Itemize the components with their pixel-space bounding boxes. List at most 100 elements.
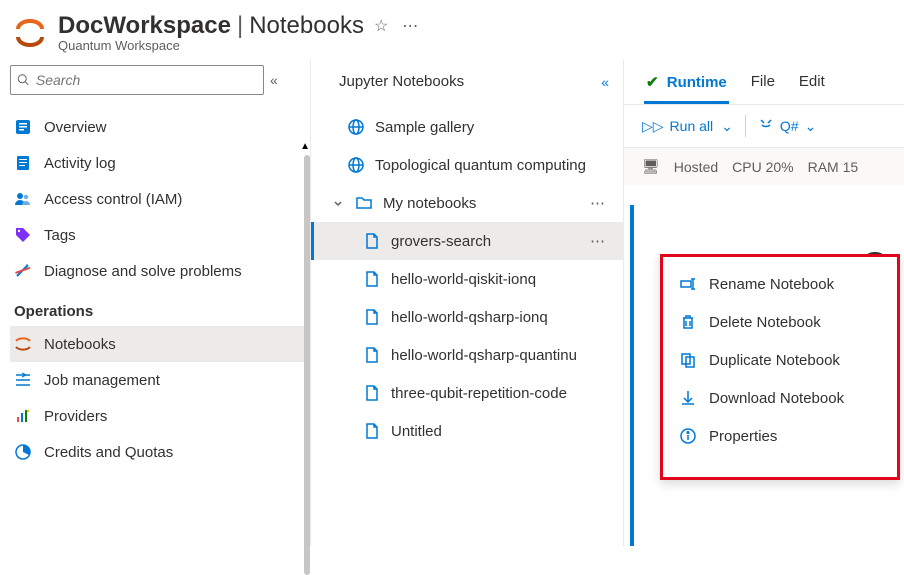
page-title-main: DocWorkspace [58, 12, 231, 40]
file-icon [363, 270, 381, 288]
page-subtitle: Quantum Workspace [58, 38, 422, 53]
sidebar-item-providers[interactable]: Providers [10, 398, 310, 434]
tree-label: Sample gallery [375, 119, 474, 136]
context-duplicate[interactable]: Duplicate Notebook [663, 341, 897, 379]
context-download[interactable]: Download Notebook [663, 379, 897, 417]
sidebar-item-diagnose[interactable]: Diagnose and solve problems [10, 253, 310, 289]
tree-folder-my-notebooks[interactable]: My notebooks ⋯ [311, 184, 623, 222]
trash-icon [679, 313, 697, 331]
iam-icon [14, 190, 32, 208]
nav-label: Tags [44, 227, 76, 244]
folder-icon [355, 194, 373, 212]
kernel-label: Q# [780, 118, 799, 134]
collapse-sidebar-button[interactable]: « [270, 72, 278, 88]
sidebar-item-credits-quotas[interactable]: Credits and Quotas [10, 434, 310, 470]
file-icon [363, 346, 381, 364]
tree-item-sample-gallery[interactable]: Sample gallery [311, 108, 623, 146]
button-label: Run all [670, 118, 714, 134]
search-input-wrapper[interactable] [10, 65, 264, 95]
status-bar: 🖥 Hosted CPU 20% RAM 15 [624, 148, 904, 185]
tab-runtime[interactable]: ✔ Runtime [644, 67, 729, 104]
file-icon [363, 422, 381, 440]
tab-file[interactable]: File [749, 67, 777, 104]
sidebar-item-notebooks[interactable]: Notebooks [10, 326, 310, 362]
kernel-selector[interactable]: Q# ⌄ [758, 117, 816, 136]
notebooks-panel: Jupyter Notebooks « Sample gallery Topol… [310, 59, 623, 546]
nav-label: Access control (IAM) [44, 191, 182, 208]
tab-label: Edit [799, 73, 825, 90]
diagnose-icon [14, 262, 32, 280]
more-actions-button[interactable]: ⋯ [398, 12, 422, 40]
nav-label: Notebooks [44, 336, 116, 353]
sidebar-item-access-control[interactable]: Access control (IAM) [10, 181, 310, 217]
rename-icon [679, 275, 697, 293]
menu-label: Delete Notebook [709, 314, 821, 331]
toolbar-divider [745, 115, 746, 137]
file-icon [363, 384, 381, 402]
tree-item-hello-qiskit[interactable]: hello-world-qiskit-ionq [311, 260, 623, 298]
plug-icon [758, 117, 774, 136]
tree-label: hello-world-qsharp-ionq [391, 309, 548, 326]
duplicate-icon [679, 351, 697, 369]
tree-label: hello-world-qsharp-quantinu [391, 347, 577, 364]
nav-label: Credits and Quotas [44, 444, 173, 461]
tree-label: grovers-search [391, 233, 491, 250]
favorite-button[interactable]: ☆ [370, 12, 392, 40]
tree-item-hello-qsharp-ionq[interactable]: hello-world-qsharp-ionq [311, 298, 623, 336]
scroll-up-icon[interactable]: ▲ [300, 141, 310, 152]
title-divider: | [237, 12, 243, 40]
file-icon [363, 232, 381, 250]
context-delete[interactable]: Delete Notebook [663, 303, 897, 341]
tab-label: Runtime [667, 74, 727, 91]
tab-label: File [751, 73, 775, 90]
sidebar-item-overview[interactable]: Overview [10, 109, 310, 145]
title-block: DocWorkspace | Notebooks ☆ ⋯ Quantum Wor… [58, 12, 422, 53]
item-more-button[interactable]: ⋯ [590, 232, 611, 250]
context-rename[interactable]: Rename Notebook [663, 265, 897, 303]
workspace-logo-icon [14, 17, 46, 49]
menu-label: Properties [709, 428, 777, 445]
tree-item-untitled[interactable]: Untitled [311, 412, 623, 450]
tree-item-topological[interactable]: Topological quantum computing [311, 146, 623, 184]
context-properties[interactable]: Properties [663, 417, 897, 455]
tab-edit[interactable]: Edit [797, 67, 827, 104]
play-icon: ▷▷ [642, 118, 664, 135]
sidebar-item-tags[interactable]: Tags [10, 217, 310, 253]
page-header: DocWorkspace | Notebooks ☆ ⋯ Quantum Wor… [0, 0, 904, 59]
tree-label: My notebooks [383, 195, 476, 212]
menu-label: Duplicate Notebook [709, 352, 840, 369]
nav-label: Job management [44, 372, 160, 389]
tree-label: Untitled [391, 423, 442, 440]
sidebar: « Overview Activity log Access control (… [0, 59, 310, 546]
editor-toolbar: ▷▷ Run all ⌄ Q# ⌄ [624, 105, 904, 148]
folder-more-button[interactable]: ⋯ [590, 194, 611, 212]
tree-item-hello-qsharp-quantinu[interactable]: hello-world-qsharp-quantinu [311, 336, 623, 374]
sidebar-item-job-management[interactable]: Job management [10, 362, 310, 398]
tree-item-three-qubit[interactable]: three-qubit-repetition-code [311, 374, 623, 412]
overview-icon [14, 118, 32, 136]
run-all-button[interactable]: ▷▷ Run all [642, 118, 713, 135]
nav-label: Overview [44, 119, 107, 136]
notebooks-panel-title: Jupyter Notebooks [339, 73, 464, 90]
job-management-icon [14, 371, 32, 389]
globe-icon [347, 156, 365, 174]
tree-item-grovers-search[interactable]: grovers-search ⋯ [311, 222, 623, 260]
tree-label: three-qubit-repetition-code [391, 385, 567, 402]
check-circle-icon: ✔ [646, 74, 659, 91]
chevron-down-icon: ⌄ [721, 118, 733, 135]
nav-label: Providers [44, 408, 107, 425]
file-icon [363, 308, 381, 326]
collapse-panel-button[interactable]: « [601, 74, 609, 90]
nav-label: Activity log [44, 155, 116, 172]
menu-label: Rename Notebook [709, 276, 834, 293]
server-icon: 🖥 [642, 158, 660, 175]
sidebar-item-activity-log[interactable]: Activity log [10, 145, 310, 181]
menu-label: Download Notebook [709, 390, 844, 407]
globe-icon [347, 118, 365, 136]
activity-log-icon [14, 154, 32, 172]
chevron-down-icon [331, 197, 345, 209]
credits-icon [14, 443, 32, 461]
run-all-dropdown[interactable]: ⌄ [721, 118, 733, 135]
search-input[interactable] [36, 72, 257, 88]
tree-label: hello-world-qiskit-ionq [391, 271, 536, 288]
